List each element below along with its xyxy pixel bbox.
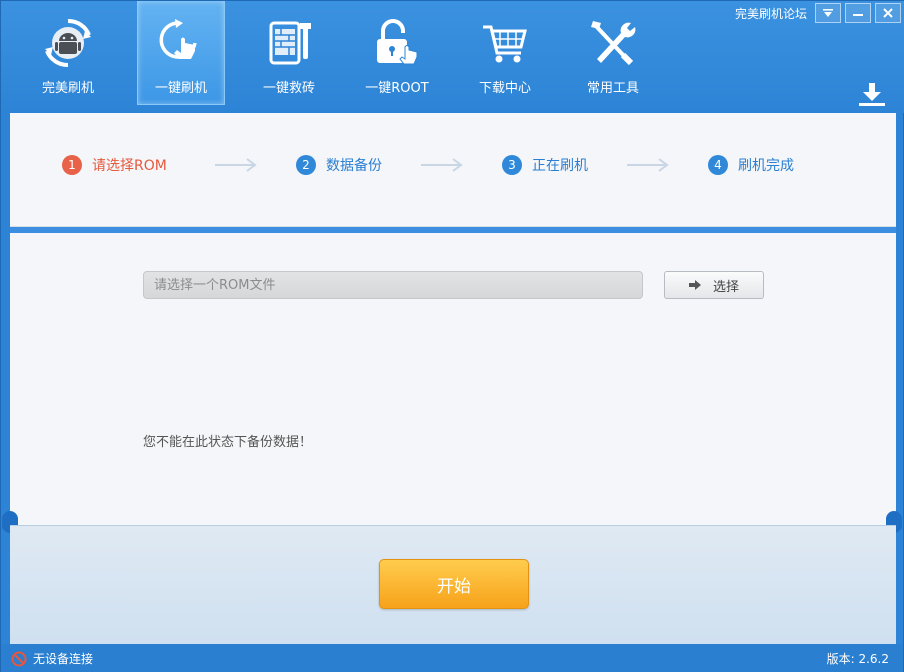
step-flashing: 3 正在刷机 — [502, 155, 588, 175]
rom-file-input[interactable] — [143, 271, 643, 299]
unlock-icon — [371, 17, 423, 69]
step-label: 刷机完成 — [738, 158, 794, 174]
tools-icon — [587, 17, 639, 69]
download-button[interactable] — [857, 81, 887, 111]
tab-label: 一键救砖 — [262, 81, 315, 96]
tab-download-center[interactable]: 下载中心 — [451, 1, 559, 105]
start-button[interactable]: 开始 — [379, 559, 529, 609]
arrow-right-icon — [626, 158, 670, 172]
main-tabs: 完美刷机 一键刷机 一键救砖 一键ROOT 下载中心 常用工具 — [9, 1, 667, 105]
dropdown-icon — [823, 9, 833, 17]
tab-one-click-flash[interactable]: 一键刷机 — [137, 1, 225, 105]
step-label: 请选择ROM — [92, 158, 167, 174]
step-label: 正在刷机 — [532, 158, 588, 174]
step-label: 数据备份 — [326, 158, 382, 174]
refresh-touch-icon — [155, 17, 207, 69]
step-flash-complete: 4 刷机完成 — [708, 155, 794, 175]
arrow-right-icon — [688, 280, 701, 290]
step-number: 3 — [502, 155, 522, 175]
step-indicator: 1 请选择ROM 2 数据备份 3 正在刷机 4 刷机完成 — [62, 155, 794, 175]
device-status: 无设备连接 — [11, 650, 93, 667]
device-status-text: 无设备连接 — [33, 652, 94, 666]
choose-button[interactable]: 选择 — [664, 271, 764, 299]
tab-label: 下载中心 — [478, 81, 531, 96]
minimize-button[interactable] — [845, 3, 871, 23]
dropdown-button[interactable] — [815, 3, 841, 23]
step-data-backup: 2 数据备份 — [296, 155, 382, 175]
bottom-action-area: 开始 — [10, 525, 896, 644]
no-device-icon — [11, 651, 27, 666]
tab-one-click-root[interactable]: 一键ROOT — [343, 1, 451, 105]
tab-perfect-flash[interactable]: 完美刷机 — [9, 1, 127, 105]
app-window: 完美刷机论坛 完美刷机 一键刷机 一键救砖 一键ROOT 下载中心 常用工具 1… — [0, 0, 904, 672]
steps-panel: 1 请选择ROM 2 数据备份 3 正在刷机 4 刷机完成 — [10, 113, 896, 227]
main-content: 选择 您不能在此状态下备份数据！ — [10, 233, 896, 525]
tab-label: 一键刷机 — [154, 81, 207, 96]
close-icon — [883, 8, 893, 18]
arrow-right-icon — [420, 158, 464, 172]
forum-link[interactable]: 完美刷机论坛 — [735, 5, 807, 22]
tab-label: 完美刷机 — [41, 81, 94, 96]
top-toolbar: 完美刷机论坛 完美刷机 一键刷机 一键救砖 一键ROOT 下载中心 常用工具 — [1, 1, 904, 113]
arrow-right-icon — [214, 158, 258, 172]
step-select-rom: 1 请选择ROM — [62, 155, 176, 175]
status-bar: 无设备连接 版本: 2.6.2 — [1, 644, 903, 672]
tab-label: 常用工具 — [586, 81, 639, 96]
tab-common-tools[interactable]: 常用工具 — [559, 1, 667, 105]
window-controls: 完美刷机论坛 — [735, 3, 901, 23]
close-button[interactable] — [875, 3, 901, 23]
tab-brick-rescue[interactable]: 一键救砖 — [235, 1, 343, 105]
status-notice: 您不能在此状态下备份数据！ — [143, 435, 313, 450]
cart-icon — [479, 17, 531, 69]
step-number: 4 — [708, 155, 728, 175]
download-icon — [859, 83, 885, 106]
version-label: 版本: 2.6.2 — [826, 652, 889, 666]
choose-button-label: 选择 — [712, 279, 739, 295]
android-refresh-icon — [42, 17, 94, 69]
tab-label: 一键ROOT — [365, 81, 429, 96]
step-number: 2 — [296, 155, 316, 175]
minimize-icon — [853, 14, 863, 16]
brick-repair-icon — [263, 17, 315, 69]
step-number: 1 — [62, 155, 82, 175]
